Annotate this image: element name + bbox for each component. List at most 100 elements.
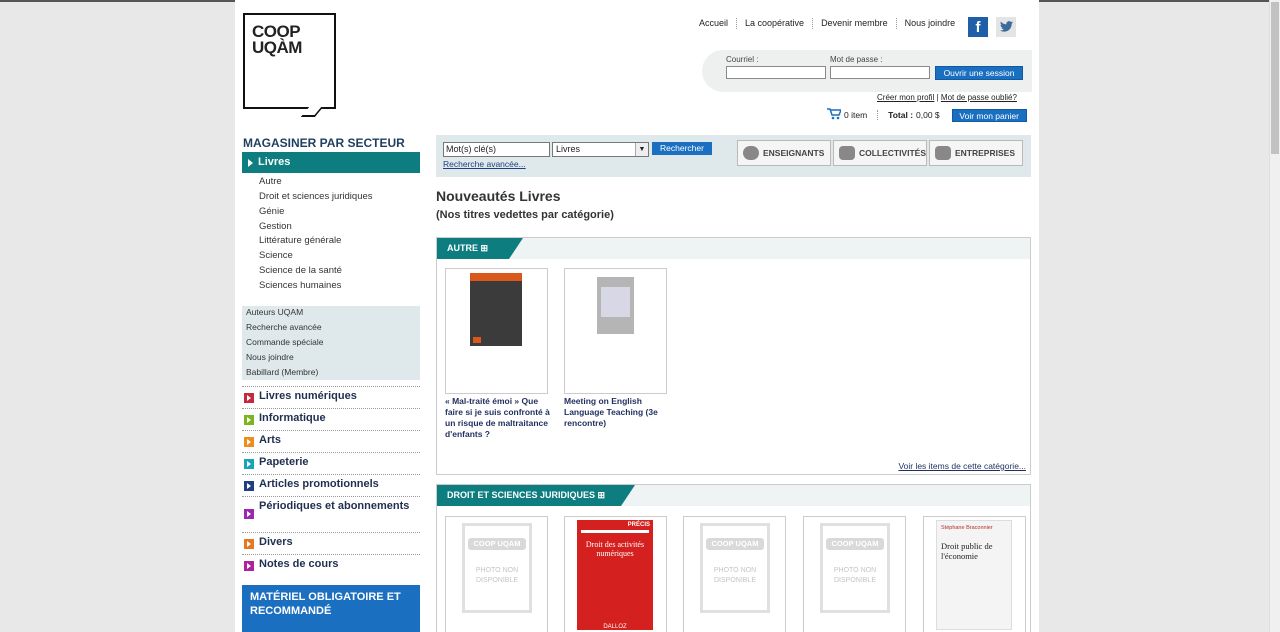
briefcase-icon: [935, 146, 951, 160]
search-input[interactable]: Mot(s) clé(s): [443, 142, 550, 157]
sidebar-item-articles-promotionnels[interactable]: Articles promotionnels: [242, 474, 420, 496]
email-field[interactable]: [726, 66, 826, 79]
search-select-value: Livres: [556, 144, 581, 154]
see-category-items-link[interactable]: Voir les items de cette catégorie...: [898, 461, 1026, 471]
photo-unavailable-placeholder: COOP UQAM PHOTO NON DISPONIBLE: [700, 523, 770, 613]
subcat-litterature[interactable]: Littérature générale: [259, 235, 341, 246]
book-cover-band: [470, 273, 522, 281]
placeholder-text: PHOTO NON DISPONIBLE: [833, 567, 877, 584]
sidebar-item-arts[interactable]: Arts: [242, 430, 420, 452]
scrollbar-thumb[interactable]: [1271, 2, 1279, 154]
twitter-icon[interactable]: [996, 17, 1016, 37]
page-container: COOP UQÀM Accueil La coopérative Devenir…: [235, 0, 1039, 632]
subcat-droit[interactable]: Droit et sciences juridiques: [259, 191, 373, 202]
book-cover-title: Droit public de l'économie: [941, 541, 993, 561]
nav-cooperative[interactable]: La coopérative: [737, 18, 814, 29]
top-navigation: Accueil La coopérative Devenir membre No…: [691, 18, 963, 29]
sidebar-item-papeterie[interactable]: Papeterie: [242, 452, 420, 474]
logo-line2: UQÀM: [252, 38, 302, 57]
coop-uqam-logo[interactable]: COOP UQÀM: [243, 13, 336, 117]
book-cover-title: Droit des activités numériques: [585, 540, 645, 558]
sidebar-item-notes-de-cours[interactable]: Notes de cours: [242, 554, 420, 576]
cart-total-value: 0,00 $: [916, 110, 940, 120]
password-label: Mot de passe :: [830, 55, 883, 64]
cart-icon[interactable]: [827, 108, 843, 122]
product-card[interactable]: [564, 268, 667, 394]
advanced-search-link[interactable]: Recherche avancée...: [443, 159, 526, 169]
book-cover-image: [597, 277, 634, 334]
search-button[interactable]: Rechercher: [652, 142, 712, 155]
photo-unavailable-placeholder: COOP UQAM PHOTO NON DISPONIBLE: [820, 523, 890, 613]
product-title[interactable]: « Mal-traité émoi » Que faire si je suis…: [445, 396, 551, 440]
subcat-science[interactable]: Science: [259, 250, 293, 261]
segment-collectivites[interactable]: COLLECTIVITÉS: [833, 140, 927, 166]
product-card[interactable]: PRÉCIS Droit des activités numériques DA…: [564, 516, 667, 632]
password-field[interactable]: [830, 66, 930, 79]
link-recherche-avancee[interactable]: Recherche avancée: [242, 321, 420, 336]
arrow-right-icon: [244, 509, 254, 519]
subcat-genie[interactable]: Génie: [259, 206, 284, 217]
category-tab-label: DROIT ET SCIENCES JURIDIQUES: [447, 490, 596, 500]
link-babillard[interactable]: Babillard (Membre): [242, 366, 420, 381]
logo-speech-tail: [300, 107, 324, 117]
arrow-right-icon: [244, 561, 254, 571]
logo-text: COOP UQÀM: [252, 23, 302, 57]
nav-accueil[interactable]: Accueil: [691, 18, 738, 29]
sidebar-item-livres-numeriques[interactable]: Livres numériques: [242, 386, 420, 408]
subcat-sante[interactable]: Science de la santé: [259, 265, 342, 276]
book-cover-inset: [601, 287, 630, 317]
panel-header-band: [437, 238, 1030, 259]
sidebar-item-label: Livres: [258, 156, 291, 168]
placeholder-brand: COOP UQAM: [468, 538, 526, 550]
nav-devenir-membre[interactable]: Devenir membre: [813, 18, 897, 29]
link-commande-speciale[interactable]: Commande spéciale: [242, 336, 420, 351]
forgot-password-link[interactable]: Mot de passe oublié?: [941, 93, 1017, 102]
materiel-obligatoire-banner[interactable]: MATÉRIEL OBLIGATOIRE ET RECOMMANDÉ: [242, 585, 420, 632]
sidebar-heading: MAGASINER PAR SECTEUR: [243, 136, 405, 150]
placeholder-text: PHOTO NON DISPONIBLE: [475, 567, 519, 584]
login-button[interactable]: Ouvrir une session: [935, 66, 1023, 80]
product-card[interactable]: COOP UQAM PHOTO NON DISPONIBLE: [445, 516, 548, 632]
segment-enseignants[interactable]: ENSEIGNANTS: [737, 140, 831, 166]
vertical-scrollbar[interactable]: [1269, 0, 1280, 632]
sidebar-item-divers[interactable]: Divers: [242, 532, 420, 554]
product-card[interactable]: Stéphane Braconnier Droit public de l'éc…: [923, 516, 1026, 632]
sidebar-item-label: Notes de cours: [259, 558, 339, 570]
arrow-right-icon: [244, 415, 254, 425]
chevron-down-icon[interactable]: ▼: [635, 143, 648, 156]
search-category-select[interactable]: Livres ▼: [552, 142, 649, 157]
category-tab-autre[interactable]: AUTRE ⊞: [437, 238, 523, 259]
sidebar-item-livres[interactable]: Livres: [242, 152, 420, 173]
subcat-gestion[interactable]: Gestion: [259, 221, 292, 232]
subcat-autre[interactable]: Autre: [259, 176, 282, 187]
product-card[interactable]: COOP UQAM PHOTO NON DISPONIBLE: [803, 516, 906, 632]
cart-total-label: Total :: [877, 110, 913, 120]
people-icon: [839, 146, 855, 160]
product-card[interactable]: [445, 268, 548, 394]
book-cover-author: Stéphane Braconnier: [941, 525, 993, 531]
book-cover-mark: [473, 337, 481, 343]
category-tab-label: AUTRE: [447, 243, 478, 253]
expand-plus-icon[interactable]: ⊞: [481, 243, 489, 253]
product-title[interactable]: Meeting on English Language Teaching (3e…: [564, 396, 670, 429]
book-cover-rule: [581, 530, 649, 533]
subcat-sciences-humaines[interactable]: Sciences humaines: [259, 280, 341, 291]
link-auteurs-uqam[interactable]: Auteurs UQAM: [242, 306, 420, 321]
arrow-right-icon: [244, 393, 254, 403]
book-cover-publisher: DALLOZ: [603, 624, 627, 630]
sidebar-item-label: Livres numériques: [259, 390, 357, 402]
product-card[interactable]: COOP UQAM PHOTO NON DISPONIBLE: [683, 516, 786, 632]
link-nous-joindre[interactable]: Nous joindre: [242, 351, 420, 366]
book-cover-image: [470, 273, 522, 346]
create-profile-link[interactable]: Créer mon profil: [877, 93, 934, 102]
sidebar-item-periodiques[interactable]: Périodiques et abonnements: [242, 496, 420, 532]
expand-plus-icon[interactable]: ⊞: [598, 490, 606, 500]
nav-nous-joindre[interactable]: Nous joindre: [897, 18, 964, 29]
facebook-icon[interactable]: f: [968, 17, 988, 37]
view-cart-button[interactable]: Voir mon panier: [951, 108, 1027, 122]
segment-entreprises[interactable]: ENTREPRISES: [929, 140, 1023, 166]
sidebar-item-label: Papeterie: [259, 456, 309, 468]
category-tab-droit[interactable]: DROIT ET SCIENCES JURIDIQUES ⊞: [437, 485, 635, 506]
sidebar-item-informatique[interactable]: Informatique: [242, 408, 420, 430]
photo-unavailable-placeholder: COOP UQAM PHOTO NON DISPONIBLE: [462, 523, 532, 613]
